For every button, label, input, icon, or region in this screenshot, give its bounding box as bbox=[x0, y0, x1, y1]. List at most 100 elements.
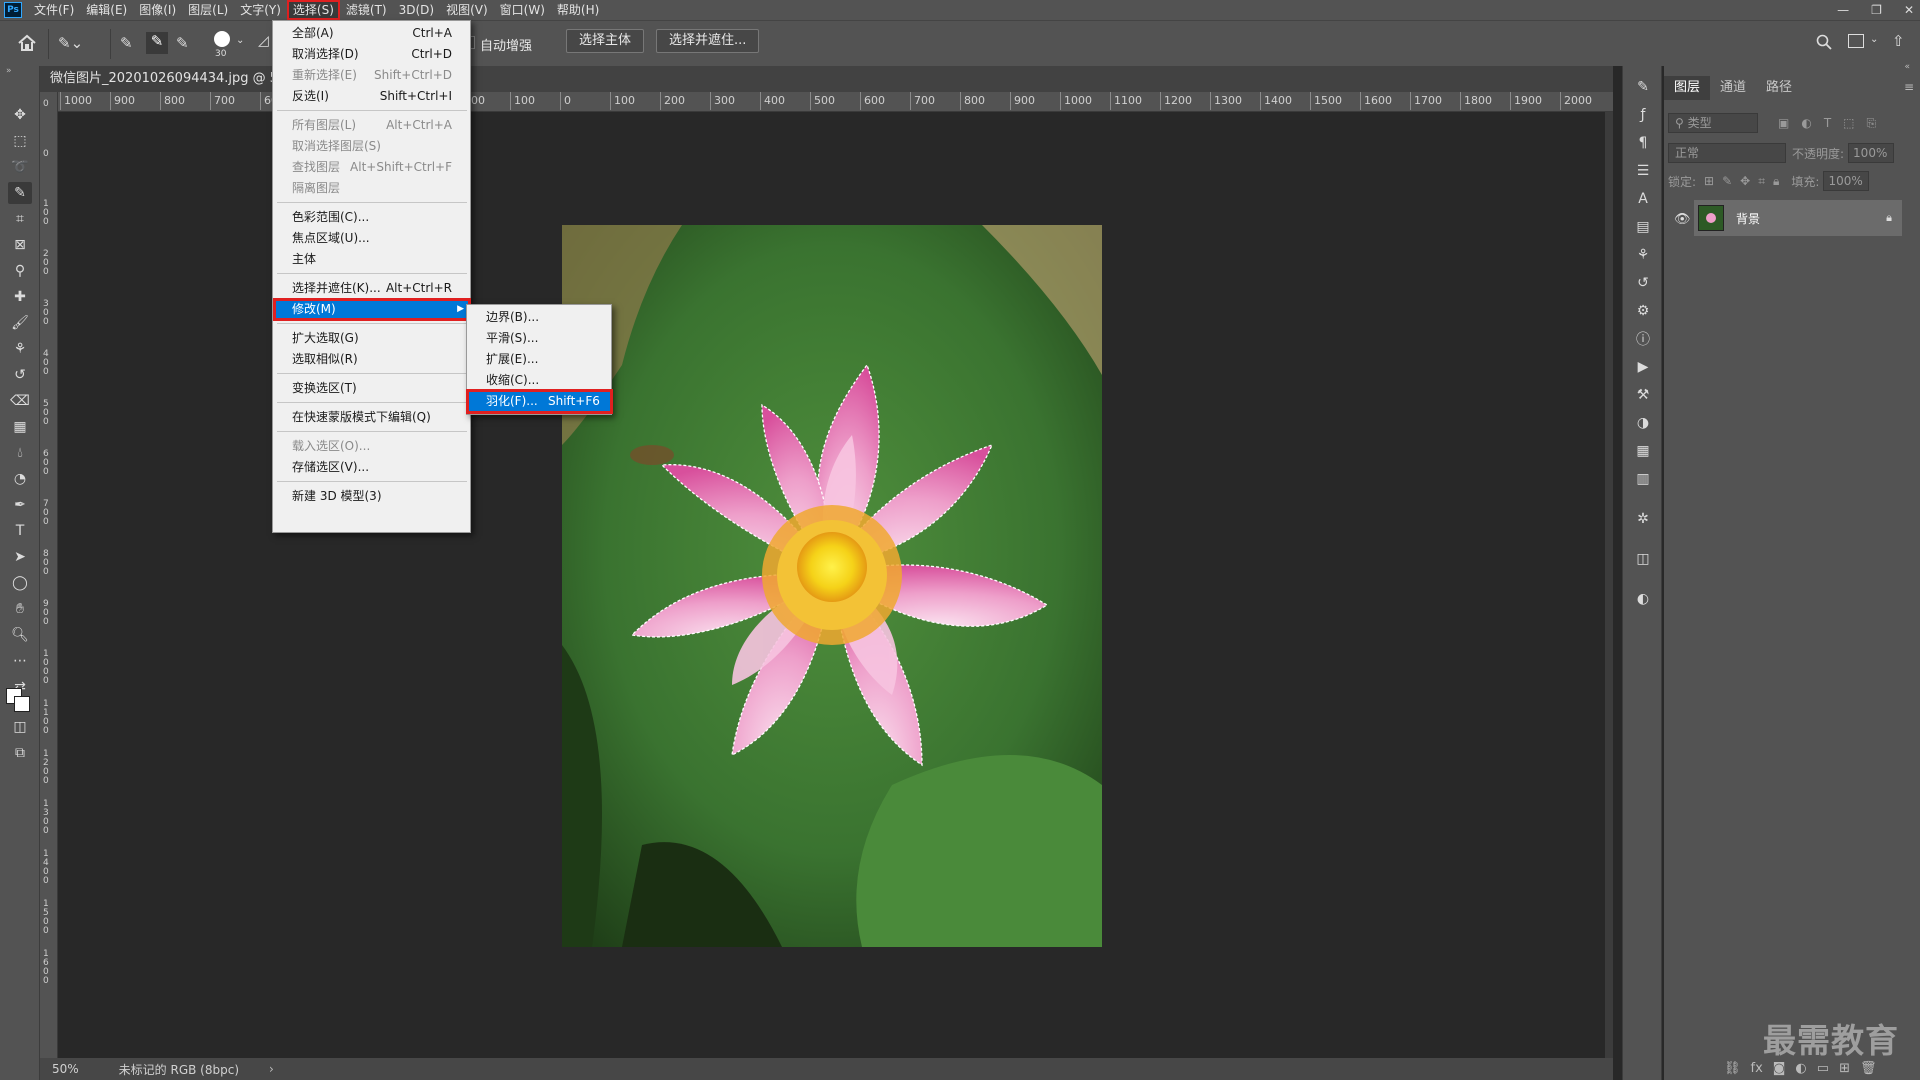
notes-icon[interactable]: ▥ bbox=[1634, 470, 1652, 488]
filter-type-icon[interactable]: T bbox=[1824, 116, 1831, 130]
filter-adjust-icon[interactable]: ◐ bbox=[1801, 116, 1811, 130]
lock-all-icon[interactable]: 🔒︎ bbox=[1773, 174, 1779, 189]
panel-tab[interactable]: 图层 bbox=[1664, 76, 1711, 100]
libraries-icon[interactable]: ◫ bbox=[1634, 550, 1652, 568]
history-brush-tool-icon[interactable]: ↺ bbox=[8, 364, 32, 386]
layer-row[interactable]: 背景 🔒︎ bbox=[1694, 200, 1902, 236]
menu-item-1[interactable]: 编辑(E) bbox=[80, 0, 133, 20]
crop-tool-icon[interactable]: ⌗ bbox=[8, 208, 32, 230]
compass-icon[interactable]: ✲ bbox=[1634, 510, 1652, 528]
table-icon[interactable]: ▦ bbox=[1634, 442, 1652, 460]
select-subject-button[interactable]: 选择主体 bbox=[566, 29, 645, 53]
subtract-selection-icon[interactable]: ✎ bbox=[176, 34, 189, 52]
lock-paint-icon[interactable]: ✎ bbox=[1722, 174, 1732, 188]
menu-item-9[interactable]: 窗口(W) bbox=[494, 0, 551, 20]
select-menu-item[interactable]: 取消选择(D) Ctrl+D bbox=[274, 44, 470, 65]
select-menu-item[interactable]: 扩大选取(G) bbox=[274, 328, 470, 349]
menu-item-8[interactable]: 视图(V) bbox=[440, 0, 494, 20]
search-icon[interactable] bbox=[1816, 34, 1832, 53]
brush-tool-icon[interactable]: 🖌︎ bbox=[8, 312, 32, 334]
tools-icon[interactable]: ⚒ bbox=[1634, 386, 1652, 404]
type-tool-icon[interactable]: T bbox=[8, 520, 32, 542]
menu-item-0[interactable]: 文件(F) bbox=[28, 0, 80, 20]
layer-filter-input[interactable]: ⚲ 类型 bbox=[1668, 113, 1758, 133]
delete-layer-icon[interactable]: 🗑︎ bbox=[1860, 1061, 1877, 1076]
select-menu-item[interactable]: 选择并遮住(K)... Alt+Ctrl+R bbox=[274, 278, 470, 299]
restore-button[interactable]: ❐ bbox=[1871, 3, 1882, 17]
modify-submenu-item[interactable]: 平滑(S)... bbox=[468, 328, 611, 349]
quick-mask-icon[interactable]: ◫ bbox=[8, 716, 32, 738]
fx-icon[interactable]: ƒ bbox=[1634, 106, 1652, 124]
brush-settings-icon[interactable]: ✎ bbox=[1634, 78, 1652, 96]
shape-tool-icon[interactable]: ◯ bbox=[8, 572, 32, 594]
more-tool-icon[interactable]: ⋯ bbox=[8, 650, 32, 672]
modify-submenu-item[interactable]: 边界(B)... bbox=[468, 307, 611, 328]
properties-icon[interactable]: ◐ bbox=[1634, 590, 1652, 608]
character-icon[interactable]: A bbox=[1634, 190, 1652, 208]
select-menu-item[interactable]: 变换选区(T) bbox=[274, 378, 470, 399]
screen-mode-icon[interactable]: ⧉ bbox=[8, 742, 32, 764]
history-icon[interactable]: ↺ bbox=[1634, 274, 1652, 292]
add-to-selection-icon[interactable]: ✎ bbox=[146, 32, 168, 54]
path-selection-tool-icon[interactable]: ➤ bbox=[8, 546, 32, 568]
document-image[interactable] bbox=[562, 225, 1102, 947]
adjust-icon[interactable]: ☰ bbox=[1634, 162, 1652, 180]
eyedropper-tool-icon[interactable]: ⚲ bbox=[8, 260, 32, 282]
glyphs-icon[interactable]: ▤ bbox=[1634, 218, 1652, 236]
marquee-tool-icon[interactable]: ⬚ bbox=[8, 130, 32, 152]
panel-menu-icon[interactable]: ≡ bbox=[1904, 80, 1914, 94]
menu-item-5[interactable]: 选择(S) bbox=[286, 0, 340, 20]
vertical-scrollbar[interactable] bbox=[1605, 112, 1613, 1058]
background-color-swatch[interactable] bbox=[14, 696, 30, 712]
fill-input[interactable]: 100% bbox=[1823, 171, 1870, 191]
clone-stamp-tool-icon[interactable]: ⚘ bbox=[8, 338, 32, 360]
layer-style-icon[interactable]: fx bbox=[1751, 1061, 1763, 1076]
add-mask-icon[interactable]: ◙ bbox=[1773, 1061, 1786, 1076]
menu-item-6[interactable]: 滤镜(T) bbox=[340, 0, 393, 20]
menu-item-10[interactable]: 帮助(H) bbox=[551, 0, 605, 20]
status-expand-icon[interactable]: › bbox=[269, 1062, 274, 1076]
filter-smart-icon[interactable]: ⎘ bbox=[1867, 116, 1877, 131]
lock-pixels-icon[interactable]: ⊞ bbox=[1704, 174, 1714, 188]
lasso-tool-icon[interactable]: ➰ bbox=[8, 156, 32, 178]
info-icon[interactable]: ⓘ bbox=[1634, 330, 1652, 348]
quick-selection-tool-icon[interactable]: ✎ bbox=[8, 182, 32, 204]
brush-size-icon[interactable] bbox=[214, 31, 230, 47]
menu-item-2[interactable]: 图像(I) bbox=[133, 0, 182, 20]
select-menu-item[interactable]: 修改(M) ▶ bbox=[273, 298, 471, 321]
adjustment-layer-icon[interactable]: ◐ bbox=[1795, 1061, 1806, 1076]
lock-artboard-icon[interactable]: ⌗ bbox=[1758, 174, 1765, 189]
minimize-button[interactable]: — bbox=[1837, 3, 1849, 17]
select-menu-item[interactable]: 全部(A) Ctrl+A bbox=[274, 23, 470, 44]
panel-tab[interactable]: 路径 bbox=[1756, 76, 1802, 100]
link-layers-icon[interactable]: ⛓ bbox=[1724, 1061, 1741, 1076]
pen-tool-icon[interactable]: ✒ bbox=[8, 494, 32, 516]
filter-pixel-icon[interactable]: ▣ bbox=[1778, 116, 1789, 130]
panel-collapse-icon[interactable]: « bbox=[1904, 62, 1910, 72]
menu-item-3[interactable]: 图层(L) bbox=[182, 0, 234, 20]
frame-tool-icon[interactable]: ⊠ bbox=[8, 234, 32, 256]
blur-tool-icon[interactable]: 💧︎ bbox=[8, 442, 32, 464]
workspace-icon[interactable] bbox=[1848, 34, 1864, 48]
layer-visibility-icon[interactable]: 👁︎ bbox=[1674, 212, 1691, 227]
select-menu-item[interactable]: 主体 bbox=[274, 249, 470, 270]
select-menu-item[interactable]: 色彩范围(C)... bbox=[274, 207, 470, 228]
modify-submenu-item[interactable]: 扩展(E)... bbox=[468, 349, 611, 370]
zoom-level[interactable]: 50% bbox=[52, 1062, 79, 1076]
toolbar-collapse-icon[interactable]: » bbox=[6, 66, 12, 76]
quick-select-preset-icon[interactable]: ✎⌄ bbox=[58, 34, 83, 52]
menu-item-4[interactable]: 文字(Y) bbox=[234, 0, 287, 20]
select-menu-item[interactable]: 新建 3D 模型(3) bbox=[274, 486, 470, 507]
zoom-tool-icon[interactable]: 🔍︎ bbox=[8, 624, 32, 646]
workspace-dropdown-icon[interactable]: ⌄ bbox=[1870, 34, 1878, 45]
channels-icon[interactable]: ⚙ bbox=[1634, 302, 1652, 320]
new-group-icon[interactable]: ▭ bbox=[1817, 1061, 1829, 1076]
blend-mode-select[interactable]: 正常 bbox=[1668, 143, 1786, 163]
opacity-input[interactable]: 100% bbox=[1848, 143, 1895, 163]
new-layer-icon[interactable]: ⊞ bbox=[1839, 1061, 1850, 1076]
panel-tab[interactable]: 通道 bbox=[1710, 76, 1756, 100]
close-button[interactable]: ✕ bbox=[1904, 3, 1914, 17]
swatches-icon[interactable]: ◑ bbox=[1634, 414, 1652, 432]
select-menu-item[interactable]: 反选(I) Shift+Ctrl+I bbox=[274, 86, 470, 107]
actions-icon[interactable]: ▶ bbox=[1634, 358, 1652, 376]
